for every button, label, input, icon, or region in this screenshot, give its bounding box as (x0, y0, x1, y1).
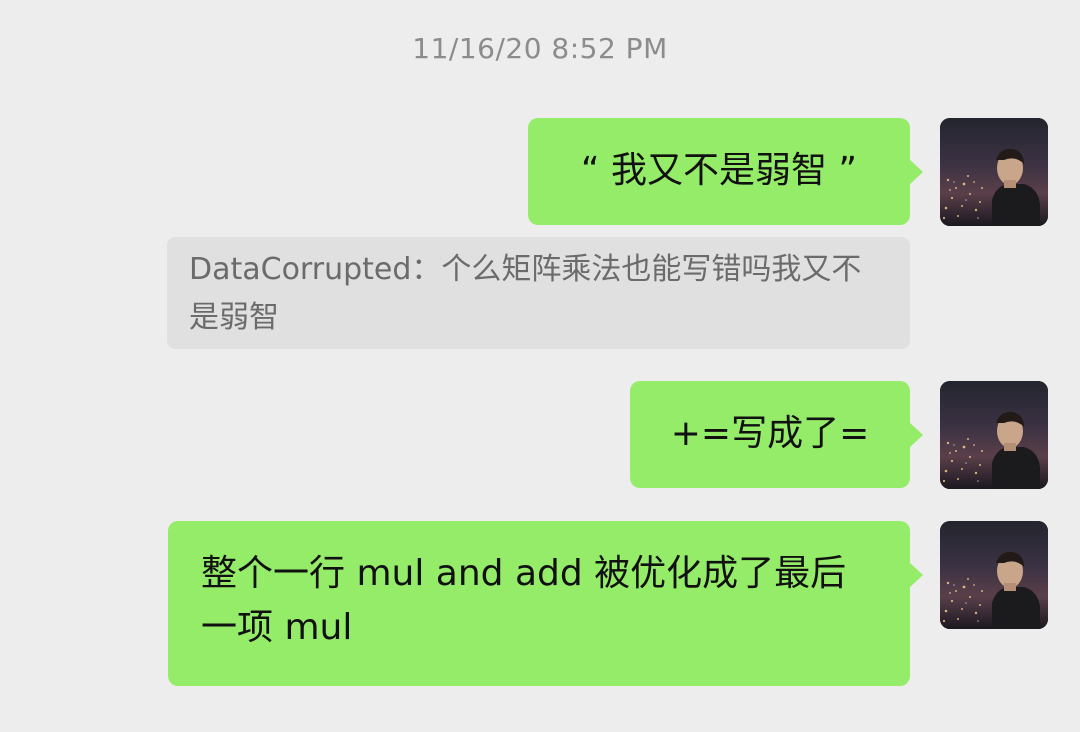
quote-author: DataCorrupted (189, 252, 412, 287)
night-city-photo-avatar-icon (940, 381, 1048, 489)
message-text: +=写成了= (670, 413, 870, 454)
message-text: 整个一行 mul and add 被优化成了最后一项 mul (201, 553, 847, 648)
message-bubble[interactable]: 整个一行 mul and add 被优化成了最后一项 mul (168, 521, 923, 686)
message-bubble[interactable]: +=写成了= (630, 381, 923, 488)
quoted-message[interactable]: DataCorrupted：个么矩阵乘法也能写错吗我又不是弱智 (167, 237, 910, 349)
message-bubble[interactable]: “ 我又不是弱智 ” (528, 118, 923, 225)
chat-timestamp: 11/16/20 8:52 PM (412, 32, 668, 65)
night-city-photo-avatar-icon (940, 521, 1048, 629)
night-city-photo-avatar-icon (940, 118, 1048, 226)
avatar[interactable] (940, 521, 1048, 629)
avatar[interactable] (940, 118, 1048, 226)
avatar[interactable] (940, 381, 1048, 489)
message-text: “ 我又不是弱智 ” (580, 150, 858, 191)
quote-separator: ： (411, 252, 442, 287)
